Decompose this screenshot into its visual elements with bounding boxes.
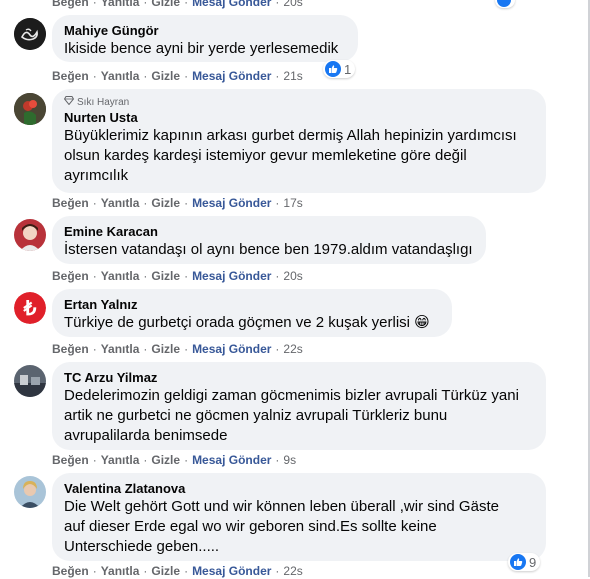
comment-bubble: Emine Karacan İstersen vatandaşı ol aynı… (52, 216, 486, 264)
send-message-button[interactable]: Mesaj Gönder (192, 269, 271, 283)
reply-button[interactable]: Yanıtla (101, 0, 140, 9)
avatar[interactable] (14, 365, 46, 397)
comment-actions: Beğen · Yanıtla · Gizle · Mesaj Gönder · 20s (52, 269, 303, 283)
comment-text-line: ayrımcılık (64, 167, 129, 184)
reply-button[interactable]: Yanıtla (101, 196, 140, 210)
like-reaction-icon (325, 61, 341, 77)
comment-bubble: TC Arzu Yilmaz Dedelerimozin geldigi zam… (52, 362, 546, 450)
timestamp[interactable]: 9s (283, 453, 296, 467)
like-button[interactable]: Beğen (52, 342, 89, 356)
avatar[interactable] (14, 18, 46, 50)
comment-author[interactable]: Nurten Usta (64, 110, 534, 126)
comment-bubble: Sıkı Hayran Nurten Usta Büyüklerimiz kap… (52, 89, 546, 193)
send-message-button[interactable]: Mesaj Gönder (192, 564, 271, 578)
hide-button[interactable]: Gizle (151, 269, 180, 283)
hide-button[interactable]: Gizle (151, 342, 180, 356)
avatar[interactable] (14, 93, 46, 125)
hide-button[interactable]: Gizle (151, 0, 180, 9)
avatar[interactable] (14, 476, 46, 508)
reply-button[interactable]: Yanıtla (101, 564, 140, 578)
reaction-count[interactable]: 9 (508, 553, 541, 571)
send-message-button[interactable]: Mesaj Gönder (192, 196, 271, 210)
comment-text-body: Türkiye de gurbetçi orada göçmen ve 2 ku… (64, 314, 410, 331)
comment-text-line: auf dieser Erde egal wo wir geboren sind… (64, 518, 437, 535)
timestamp[interactable]: 17s (283, 196, 302, 210)
comment-author[interactable]: Mahiye Güngör (64, 23, 346, 39)
reaction-count[interactable] (495, 0, 515, 8)
comment-text-line: olsun kardeş kardeşi istemiyor gevur mem… (64, 147, 467, 164)
hide-button[interactable]: Gizle (151, 69, 180, 83)
comment-author[interactable]: Emine Karacan (64, 224, 474, 240)
reaction-number: 9 (529, 554, 537, 570)
timestamp[interactable]: 22s (283, 342, 302, 356)
comment-text-line: Unterschiede geben..... (64, 538, 220, 555)
reply-button[interactable]: Yanıtla (101, 269, 140, 283)
reaction-count[interactable]: 1 (323, 60, 356, 78)
fan-badge[interactable]: Sıkı Hayran (63, 96, 534, 109)
reply-button[interactable]: Yanıtla (101, 69, 140, 83)
comment-text-line: avrupalilarda benimsede (64, 427, 228, 444)
avatar[interactable] (14, 219, 46, 251)
comment-text: İstersen vatandaşı ol aynı bence ben 197… (64, 241, 473, 258)
diamond-icon (63, 96, 75, 109)
like-button[interactable]: Beğen (52, 0, 89, 9)
comment-text-line: artik ne gurbetci ne göcmen yalniz avrup… (64, 407, 448, 424)
comment-actions: Beğen · Yanıtla · Gizle · Mesaj Gönder · 20s (52, 0, 303, 10)
comment-actions: Beğen · Yanıtla · Gizle · Mesaj Gönder · 9s (52, 453, 297, 467)
timestamp[interactable]: 22s (283, 564, 302, 578)
timestamp[interactable]: 20s (283, 0, 302, 9)
comment-author[interactable]: Ertan Yalnız (64, 297, 440, 313)
grin-emoji-icon: 😁 (414, 314, 430, 331)
reply-button[interactable]: Yanıtla (101, 342, 140, 356)
send-message-button[interactable]: Mesaj Gönder (192, 69, 271, 83)
comment-author[interactable]: Valentina Zlatanova (64, 481, 534, 497)
comment-text-line: Büyüklerimiz kapının arkası gurbet dermi… (64, 127, 517, 144)
like-button[interactable]: Beğen (52, 453, 89, 467)
comment-actions: Beğen · Yanıtla · Gizle · Mesaj Gönder · 22s (52, 342, 303, 356)
comment-text: Türkiye de gurbetçi orada göçmen ve 2 ku… (64, 313, 440, 333)
comment-bubble: Mahiye Güngör Ikiside bence ayni bir yer… (52, 15, 358, 62)
comment-text-line: Dedelerimozin geldigi zaman göcmenimis b… (64, 387, 519, 404)
like-button[interactable]: Beğen (52, 269, 89, 283)
reaction-number: 1 (344, 61, 352, 77)
send-message-button[interactable]: Mesaj Gönder (192, 0, 271, 9)
like-reaction-icon (497, 0, 511, 7)
avatar[interactable]: ₺ (14, 292, 46, 324)
like-button[interactable]: Beğen (52, 69, 89, 83)
like-button[interactable]: Beğen (52, 196, 89, 210)
comment-actions: Beğen · Yanıtla · Gizle · Mesaj Gönder · 17s (52, 196, 303, 210)
comment-text: Ikiside bence ayni bir yerde yerlesemedi… (64, 40, 339, 57)
hide-button[interactable]: Gizle (151, 564, 180, 578)
svg-text:₺: ₺ (23, 298, 37, 320)
reply-button[interactable]: Yanıtla (101, 453, 140, 467)
hide-button[interactable]: Gizle (151, 196, 180, 210)
comment-actions: Beğen · Yanıtla · Gizle · Mesaj Gönder · 21s (52, 69, 303, 83)
comment-bubble: Valentina Zlatanova Die Welt gehört Gott… (52, 473, 546, 561)
comment-text-line: Die Welt gehört Gott und wir können lebe… (64, 498, 499, 515)
timestamp[interactable]: 20s (283, 269, 302, 283)
comment-author[interactable]: TC Arzu Yilmaz (64, 370, 534, 386)
comment-bubble: Ertan Yalnız Türkiye de gurbetçi orada g… (52, 289, 452, 337)
timestamp[interactable]: 21s (283, 69, 302, 83)
send-message-button[interactable]: Mesaj Gönder (192, 342, 271, 356)
like-reaction-icon (510, 554, 526, 570)
send-message-button[interactable]: Mesaj Gönder (192, 453, 271, 467)
fan-badge-label: Sıkı Hayran (77, 97, 130, 108)
like-button[interactable]: Beğen (52, 564, 89, 578)
hide-button[interactable]: Gizle (151, 453, 180, 467)
